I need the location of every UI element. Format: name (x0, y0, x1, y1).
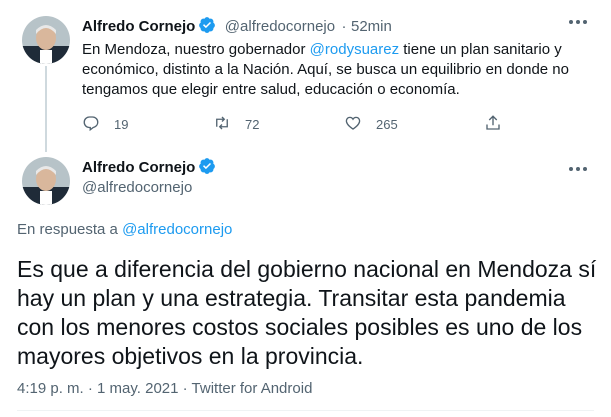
author-name[interactable]: Alfredo Cornejo (82, 159, 195, 176)
tweet-text-before: En Mendoza, nuestro gobernador (82, 41, 310, 58)
like-button[interactable]: 265 (344, 112, 398, 136)
divider (17, 410, 594, 411)
share-icon (484, 114, 502, 135)
tweet-text: En Mendoza, nuestro gobernador @rodysuar… (82, 40, 582, 100)
more-options-icon[interactable] (566, 157, 590, 181)
separator-dot: · (341, 18, 347, 35)
retweet-icon (213, 114, 231, 135)
reply-icon (82, 114, 100, 135)
verified-badge-icon (198, 16, 216, 39)
tweet-actions: 19 72 265 (82, 112, 502, 136)
retweet-count: 72 (245, 116, 260, 132)
reply-prefix: En respuesta a (17, 221, 123, 238)
reply-context: En respuesta a @alfredocornejo (17, 221, 232, 238)
focused-tweet-text: Es que a diferencia del gobierno naciona… (17, 256, 597, 369)
like-count: 265 (376, 116, 398, 132)
reply-to-link[interactable]: @alfredocornejo (122, 221, 232, 238)
mention-link[interactable]: @rodysuarez (310, 41, 399, 58)
author-name[interactable]: Alfredo Cornejo (82, 18, 195, 35)
author-handle[interactable]: @alfredocornejo (82, 179, 192, 196)
avatar[interactable] (22, 157, 70, 205)
more-options-icon[interactable] (566, 10, 590, 34)
reply-button[interactable]: 19 (82, 112, 128, 136)
thread-connector-line (45, 66, 47, 152)
share-button[interactable] (484, 112, 502, 136)
author-handle[interactable]: @alfredocornejo (225, 18, 335, 35)
heart-icon (344, 114, 362, 135)
tweet-thread: Alfredo Cornejo @alfredocornejo · 52min … (0, 0, 611, 417)
tweet-timestamp[interactable]: 4:19 p. m. · 1 may. 2021 · Twitter for A… (17, 380, 312, 397)
retweet-button[interactable]: 72 (213, 112, 259, 136)
tweet-header: Alfredo Cornejo @alfredocornejo · 52min (82, 16, 392, 39)
tweet-header: Alfredo Cornejo (82, 157, 216, 180)
tweet-time[interactable]: 52min (351, 18, 392, 35)
avatar[interactable] (22, 16, 70, 64)
verified-badge-icon (198, 157, 216, 180)
reply-count: 19 (114, 116, 129, 132)
